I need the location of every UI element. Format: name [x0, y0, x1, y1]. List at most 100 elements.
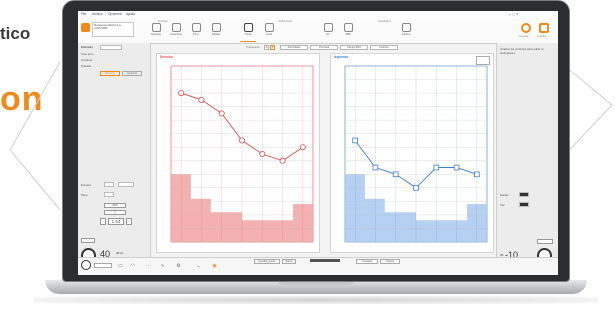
data-point [178, 90, 185, 97]
save-icon[interactable] [539, 23, 549, 33]
left-panel-title: Estímulo [81, 45, 93, 49]
data-point [372, 164, 379, 171]
patient-date: 01/01/1980 [94, 27, 108, 30]
right-panel-small-button[interactable] [537, 239, 553, 244]
ribbon-button-tymp[interactable]: Timp. [188, 22, 204, 41]
audiogram-right-svg[interactable] [157, 54, 321, 254]
right-panel: Arrastre los símbolos para editar el aud… [496, 43, 558, 275]
left-panel-small-button[interactable] [81, 238, 95, 243]
value-box[interactable]: NBN [104, 203, 126, 208]
menu-item[interactable]: File [81, 12, 86, 16]
step-toggle[interactable] [104, 192, 114, 197]
tymp-icon [191, 23, 201, 32]
masking-toggle[interactable] [104, 182, 114, 187]
data-point [218, 110, 225, 117]
bottom-left-button[interactable] [94, 263, 112, 268]
transducer-label: Transductor [246, 45, 260, 49]
delete-button[interactable]: Borrar [282, 259, 296, 264]
right-panel-info: Arrastre los símbolos para editar el aud… [500, 47, 544, 55]
monitor-icon[interactable]: ▭ [116, 263, 125, 271]
transducer-bone-button[interactable]: Vía ósea [310, 44, 338, 50]
speech-icon [264, 23, 274, 32]
ribbon-button-tonal[interactable]: Tonal [240, 22, 256, 42]
audiogram-right[interactable]: Derecho [156, 53, 320, 253]
left-panel-row: Paso [81, 193, 88, 197]
increment-button[interactable]: + [126, 218, 132, 225]
compare-button[interactable]: Comparar [356, 259, 378, 264]
ribbon-button-patient[interactable]: Paciente [148, 22, 164, 41]
decrement-button[interactable]: − [100, 218, 106, 225]
toggle-switch[interactable] [519, 202, 529, 207]
app-logo-icon [81, 23, 90, 32]
person-icon [151, 23, 161, 32]
toolbar-sep-button[interactable]: A [264, 44, 269, 50]
data-point [198, 96, 205, 103]
ribbon-toolbar: Montserrat Martínez G. 01/01/1980 Prueba… [78, 19, 558, 44]
wave-icon[interactable]: ∿ [158, 263, 167, 271]
data-point [239, 137, 246, 144]
bottom-bar: ▭ ◠ ⋯ ∿ ⚙ ⌄ ◉ Guardar prueba Borrar Comp… [78, 257, 558, 275]
app-screen: File Archivo Opciones Ayuda — ▢ ✕ Montse… [78, 11, 558, 275]
data-point [474, 171, 480, 178]
data-point [279, 157, 286, 164]
connect-icon[interactable] [521, 23, 531, 33]
left-panel-row: Continuo [81, 58, 93, 62]
settings-icon[interactable]: ⚙ [174, 263, 183, 271]
data-point [453, 164, 460, 171]
ribbon-button-report[interactable]: Informe [398, 22, 414, 41]
data-point [259, 151, 266, 158]
left-panel-row: Pulsado [81, 64, 92, 68]
chart-toolbar: Transductor A B Auriculares Vía ósea Cam… [150, 43, 496, 51]
audiogram-left-svg[interactable] [331, 54, 495, 254]
save-test-button[interactable]: Guardar prueba [254, 259, 280, 264]
connect-label: Conectar [518, 35, 529, 38]
menu-item[interactable]: Ayuda [126, 12, 135, 16]
ear-label-right: Derecho [160, 55, 173, 59]
print-button[interactable]: Imprimir [380, 259, 400, 264]
grid-icon[interactable]: ⋯ [144, 263, 153, 271]
data-point [299, 144, 306, 151]
abr-icon [343, 23, 353, 32]
stimulus-select[interactable] [100, 45, 122, 50]
audiogram-icon [243, 23, 253, 32]
patient-box[interactable]: Montserrat Martínez G. 01/01/1980 [92, 22, 134, 37]
masking-type[interactable] [118, 182, 134, 187]
progress-bar [310, 259, 340, 262]
ribbon-button-vocal[interactable]: Vocal [261, 22, 277, 41]
laptop-lid: File Archivo Opciones Ayuda — ▢ ✕ Montse… [62, 0, 570, 282]
laptop-shadow [34, 296, 598, 304]
headphones-icon[interactable]: ◠ [128, 263, 137, 271]
menu-item[interactable]: Archivo [92, 12, 103, 16]
transducer-inserts-button[interactable]: Insertos [370, 44, 398, 50]
ribbon-button-otoscopy[interactable]: Otoscopia [168, 22, 184, 41]
left-panel-row: Enmasc. [81, 183, 92, 187]
window-controls[interactable]: — ▢ ✕ [508, 12, 519, 16]
toggle-label: Sonido [500, 193, 509, 197]
active-tool-icon[interactable]: ◉ [210, 263, 219, 271]
left-panel: Estímulo Tono puro Continuo Pulsado Dere… [78, 43, 151, 275]
laptop: File Archivo Opciones Ayuda — ▢ ✕ Montse… [34, 0, 598, 304]
ribbon-button-reflex[interactable]: Reflejo [208, 22, 224, 41]
value-box-large[interactable]: 1.54 [108, 218, 124, 225]
user-icon[interactable] [81, 260, 91, 270]
data-point [352, 137, 358, 144]
value-box[interactable]: 0 [104, 210, 126, 215]
ear-tab-left[interactable]: Izquierdo [122, 71, 142, 76]
menu-item[interactable]: Opciones [108, 12, 121, 16]
ribbon-group-label: Resultados [378, 20, 391, 23]
curve-icon[interactable]: ⌄ [194, 263, 203, 271]
ear-tab-right[interactable]: Derecho [100, 71, 120, 76]
toolbar-sep-button[interactable]: B [270, 44, 275, 50]
transducer-headphones-button[interactable]: Auriculares [280, 44, 308, 50]
audiogram-left[interactable]: Izquierdo [330, 53, 494, 253]
transducer-freefield-button[interactable]: Campo libre [340, 44, 368, 50]
save-label: Guardar [537, 35, 547, 38]
toggle-switch[interactable] [519, 192, 529, 197]
ear-icon [171, 23, 181, 32]
ribbon-button-abr[interactable]: ABR [340, 22, 356, 41]
data-point [433, 164, 440, 171]
ear-label-left: Izquierdo [334, 55, 349, 59]
toggle-label: Voz [500, 203, 505, 207]
data-point [413, 185, 419, 191]
ribbon-button-hl[interactable]: HL [320, 22, 336, 41]
